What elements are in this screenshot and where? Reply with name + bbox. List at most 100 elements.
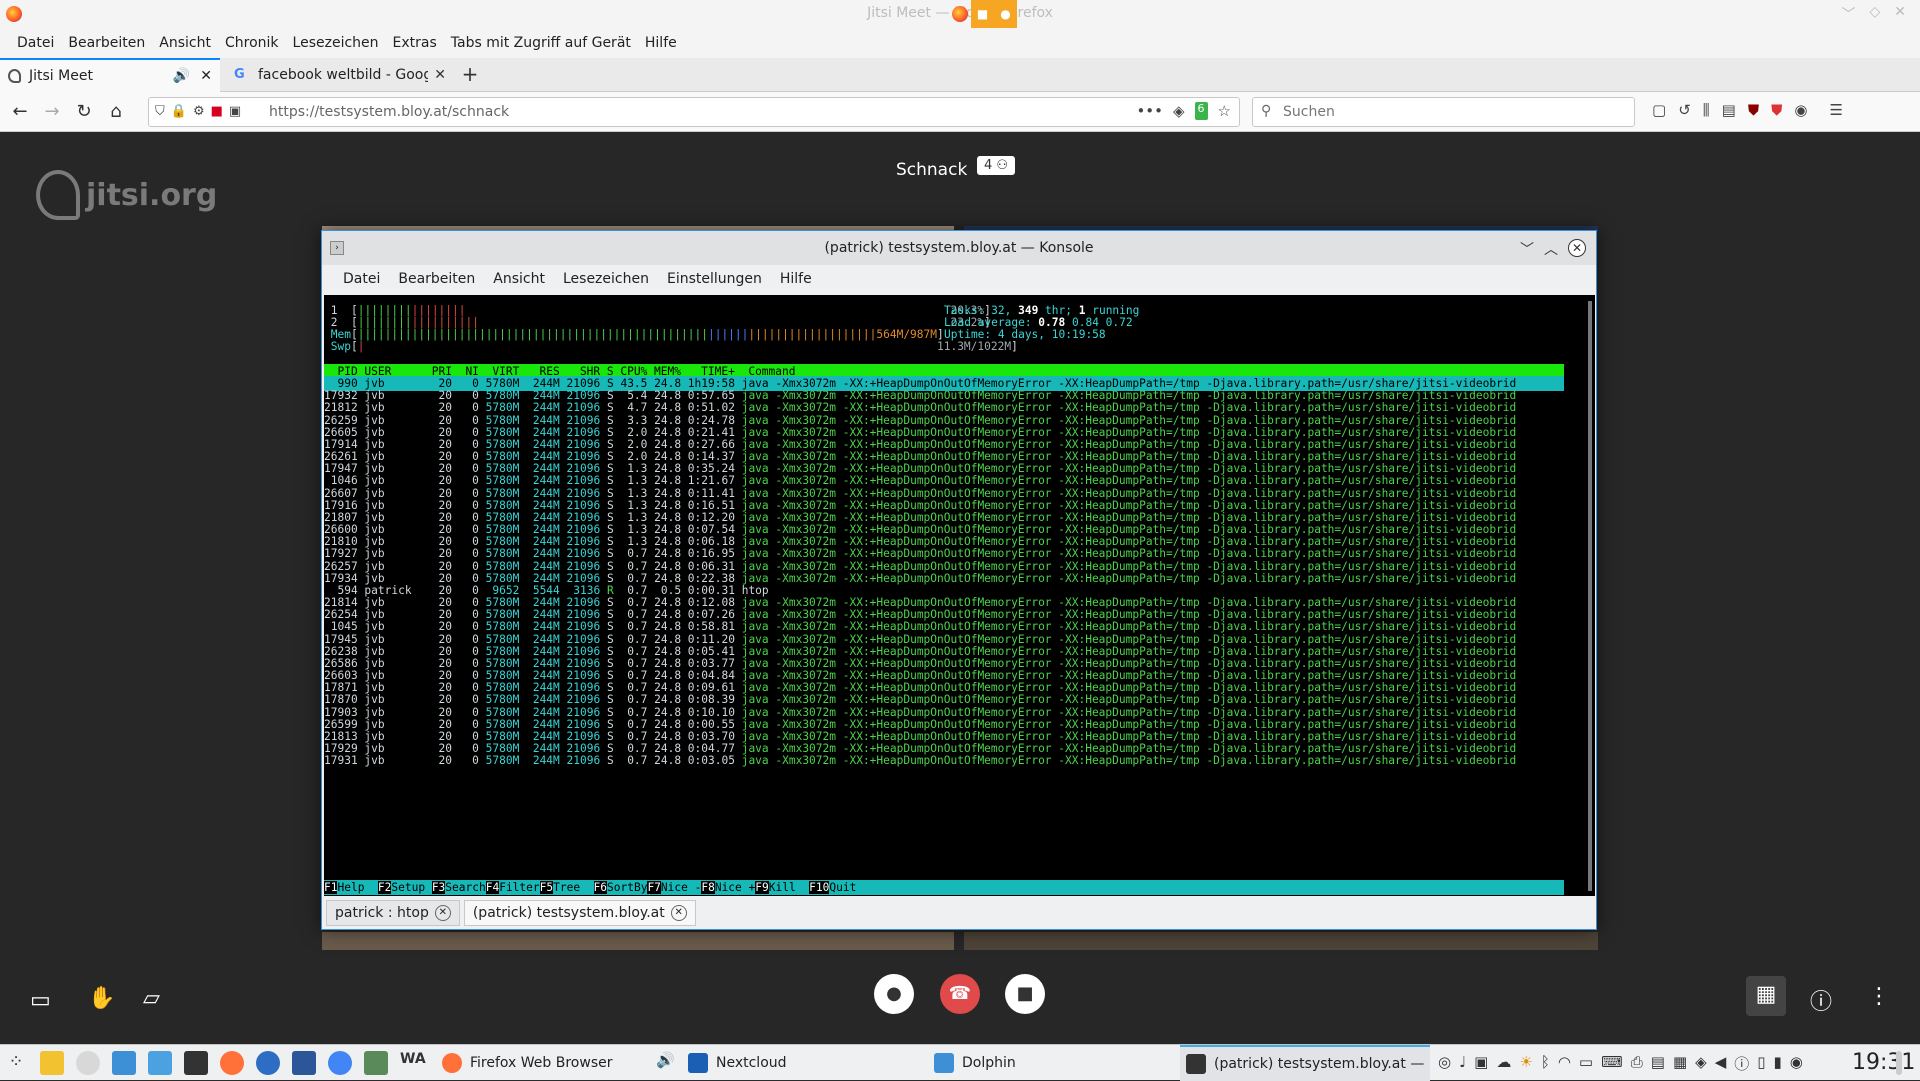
fkey-filter[interactable]: F4	[485, 881, 500, 894]
terminal-scrollbar[interactable]	[1588, 301, 1592, 891]
power-icon[interactable]: ▮	[1774, 1053, 1782, 1074]
home-icon[interactable]: ⌂	[104, 100, 128, 124]
terminal-htop[interactable]: 1 [|||||||||||||||| 20.3%] 2 [||||||||||…	[324, 295, 1595, 896]
updates-icon[interactable]: ◈	[1695, 1053, 1707, 1074]
menu-chronik[interactable]: Chronik	[218, 35, 286, 51]
library-icon[interactable]: ⫼	[1703, 101, 1710, 119]
camera-button[interactable]: ■	[1005, 974, 1045, 1014]
tray-microphone-icon[interactable]: ♩	[1459, 1053, 1466, 1074]
fkey-label[interactable]: Nice -	[661, 881, 701, 894]
jitsi-logo[interactable]: jitsi.org	[36, 170, 217, 220]
minimize-icon[interactable]: ﹀	[1841, 4, 1855, 24]
fkey-tree[interactable]: F5	[539, 881, 554, 894]
speaker-icon[interactable]: 🔊	[173, 68, 190, 84]
reload-icon[interactable]: ↻	[72, 100, 96, 124]
menu-tabs-geraet[interactable]: Tabs mit Zugriff auf Gerät	[444, 35, 638, 51]
keyboard-icon[interactable]: ⌨	[1601, 1053, 1623, 1074]
chat-icon[interactable]: ▱	[143, 986, 160, 1011]
permissions-icon[interactable]: ⚙	[193, 104, 205, 119]
remote-desktop-icon[interactable]	[364, 1051, 388, 1075]
privacy-badger-icon[interactable]: ⛊	[1771, 101, 1782, 119]
close-window-icon[interactable]: ✕	[1894, 4, 1906, 24]
screenshare-icon[interactable]: ▭	[30, 988, 51, 1013]
close-konsole-tab-icon[interactable]: ✕	[670, 905, 687, 921]
extension-badge[interactable]: 6	[1194, 102, 1208, 120]
tab-jitsi-meet[interactable]: Jitsi Meet 🔊 ✕	[0, 58, 220, 92]
konsole-app-icon[interactable]: ›	[330, 241, 344, 255]
fkey-label[interactable]: Nice +	[715, 881, 755, 894]
vpn-icon[interactable]: ◎	[1438, 1053, 1451, 1074]
sharing-indicators[interactable]: ■ ●	[948, 0, 1017, 28]
battery-icon[interactable]: ▭	[1579, 1053, 1593, 1074]
kdeconnect-icon[interactable]: ◉	[1790, 1053, 1803, 1074]
notes-icon[interactable]	[40, 1051, 64, 1075]
clipboard-icon[interactable]: ▤	[1651, 1053, 1665, 1074]
new-tab-button[interactable]: +	[456, 62, 484, 88]
video-tile-bottom-left[interactable]	[322, 932, 954, 950]
notifications-icon[interactable]: ⓘ	[1734, 1053, 1749, 1074]
konsole-menu-bearbeiten[interactable]: Bearbeiten	[389, 271, 484, 287]
maximize-icon[interactable]: ◇	[1869, 4, 1880, 24]
devices-icon[interactable]: ▦	[1673, 1053, 1687, 1074]
fkey-search[interactable]: F3	[431, 881, 446, 894]
search-input[interactable]	[1281, 102, 1621, 122]
konsole-maximize-icon[interactable]: ︿	[1544, 239, 1558, 259]
volume-icon[interactable]: ◀	[1715, 1053, 1727, 1074]
ww-app-icon[interactable]	[76, 1051, 100, 1075]
camera-permission-icon[interactable]: ■	[211, 104, 223, 119]
bluetooth-icon[interactable]: ᛒ	[1541, 1053, 1550, 1074]
thunderbird-icon[interactable]	[256, 1051, 280, 1075]
konsole-titlebar[interactable]: (patrick) testsystem.bloy.at — Konsole	[322, 231, 1596, 265]
participant-count[interactable]: 4 ⚇	[977, 156, 1016, 175]
menu-extras[interactable]: Extras	[386, 35, 444, 51]
chromium-icon[interactable]	[328, 1051, 352, 1075]
task-firefox[interactable]: Firefox Web Browser	[436, 1045, 652, 1081]
vm-icon[interactable]: WA	[400, 1051, 426, 1075]
forward-icon[interactable]: →	[40, 100, 64, 124]
lock-icon[interactable]: 🔒	[171, 104, 187, 119]
bookmark-star-icon[interactable]: ☆	[1218, 102, 1231, 120]
url-bar[interactable]: ⛉ 🔒 ⚙ ■ ▣ https://testsystem.bloy.at/sch…	[148, 97, 1240, 127]
fkey-label[interactable]: Tree	[553, 881, 593, 894]
screenshot-icon[interactable]: ▢	[1652, 101, 1666, 119]
ublock-icon[interactable]: ⛊	[1748, 101, 1759, 119]
menu-bearbeiten[interactable]: Bearbeiten	[61, 35, 152, 51]
process-row[interactable]: 17931 jvb 20 0 5780M 244M 21096 S 0.7 24…	[324, 753, 1564, 768]
fkey-label[interactable]: Setup	[391, 881, 431, 894]
fkey-label[interactable]: Help	[337, 881, 377, 894]
konsole-menu-lesezeichen[interactable]: Lesezeichen	[554, 271, 658, 287]
fkey-quit[interactable]: F10	[809, 881, 830, 894]
menu-hilfe[interactable]: Hilfe	[638, 35, 684, 51]
window-controls[interactable]: ﹀ ◇ ✕	[1841, 4, 1906, 24]
fkey-label[interactable]: Filter	[499, 881, 539, 894]
close-tab-icon[interactable]: ✕	[434, 67, 446, 83]
task-dolphin[interactable]: Dolphin	[928, 1045, 1170, 1081]
back-icon[interactable]: ←	[8, 100, 32, 124]
konsole-minimize-icon[interactable]: ﹀	[1520, 239, 1534, 259]
menu-lesezeichen[interactable]: Lesezeichen	[286, 35, 386, 51]
microphone-button[interactable]: ●	[874, 974, 914, 1014]
document-icon[interactable]	[148, 1051, 172, 1075]
fkey-help[interactable]: F1	[324, 881, 338, 894]
fkey-nice-[interactable]: F7	[647, 881, 661, 894]
video-tile-bottom-right[interactable]	[964, 932, 1598, 950]
fkey-kill[interactable]: F9	[755, 881, 769, 894]
task-konsole[interactable]: (patrick) testsystem.bloy.at — Ko...	[1180, 1045, 1430, 1081]
sidebar-icon[interactable]: ▤	[1722, 101, 1736, 119]
hamburger-menu-icon[interactable]: ☰	[1829, 101, 1842, 119]
printer-icon[interactable]: ⎙	[1631, 1053, 1643, 1074]
konsole-menu-ansicht[interactable]: Ansicht	[484, 271, 554, 287]
close-konsole-tab-icon[interactable]: ✕	[434, 905, 451, 921]
fkey-nice-[interactable]: F8	[701, 881, 715, 894]
shield-icon[interactable]: ⛉	[155, 104, 165, 119]
tab-facebook-weltbild[interactable]: G facebook weltbild - Google ✕	[226, 58, 454, 92]
camera-sharing-icon[interactable]: ■	[971, 0, 994, 28]
microphone-sharing-icon[interactable]: ●	[994, 0, 1017, 28]
konsole-tab-htop[interactable]: patrick : htop ✕	[326, 900, 460, 926]
nextcloud-tray-icon[interactable]: ☁	[1496, 1053, 1511, 1074]
fkey-label[interactable]: Kill	[769, 881, 809, 894]
tile-view-icon[interactable]: ▦	[1746, 976, 1786, 1016]
konsole-menu-hilfe[interactable]: Hilfe	[771, 271, 821, 287]
konsole-tab-shell[interactable]: (patrick) testsystem.bloy.at ✕	[463, 900, 696, 926]
firefox-launcher-icon[interactable]	[220, 1051, 244, 1075]
